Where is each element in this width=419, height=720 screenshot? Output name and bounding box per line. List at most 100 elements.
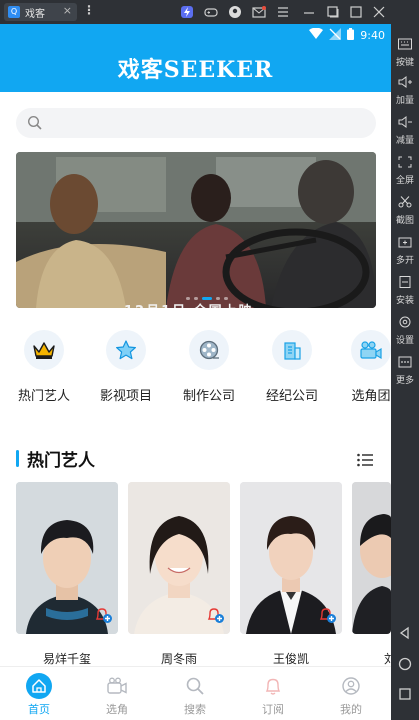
- sidebar-settings[interactable]: 设置: [391, 316, 419, 346]
- phone-screen: 9:40 戏客SEEKER 12月1日 全国上映: [0, 24, 391, 720]
- sidebar-volume-down[interactable]: 减量: [391, 116, 419, 146]
- search-bar[interactable]: [16, 108, 376, 138]
- sidebar-label: 更多: [395, 376, 414, 386]
- subscribe-bell-icon[interactable]: [205, 605, 225, 625]
- category-label: 选角团: [351, 389, 391, 404]
- tab-label: 订阅: [262, 703, 284, 716]
- artist-card[interactable]: [128, 482, 230, 634]
- status-bar: 9:40: [309, 27, 385, 43]
- gear-icon: [399, 316, 411, 328]
- category-agencies[interactable]: 经纪公司: [252, 330, 332, 404]
- minimize-icon[interactable]: [302, 5, 316, 19]
- sidebar-volume-up[interactable]: 加量: [391, 76, 419, 106]
- category-casting-team[interactable]: 选角团: [331, 330, 391, 404]
- profile-icon: [338, 673, 364, 699]
- recents-icon[interactable]: [398, 686, 412, 700]
- home-icon: [26, 673, 52, 699]
- battery-icon: [347, 27, 355, 43]
- artist-name: 王俊凯: [272, 652, 309, 666]
- account-icon[interactable]: [228, 5, 242, 19]
- category-label: 经纪公司: [265, 389, 318, 404]
- keyboard-icon: [398, 38, 412, 50]
- sidebar-label: 多开: [395, 256, 414, 266]
- sidebar-label: 全屏: [395, 176, 414, 186]
- tab-title: 戏客: [25, 9, 45, 20]
- film-reel-icon: [189, 330, 229, 370]
- wifi-icon: [309, 27, 324, 42]
- tab-profile[interactable]: 我的: [312, 667, 390, 720]
- search-icon: [182, 673, 208, 699]
- list-view-icon[interactable]: [357, 452, 373, 467]
- category-label: 热门艺人: [17, 389, 70, 404]
- apk-icon: [399, 276, 411, 288]
- volume-up-icon: [398, 76, 412, 88]
- tab-home[interactable]: 首页: [0, 667, 78, 720]
- emulator-tab[interactable]: Q 戏客 ×: [4, 3, 77, 21]
- mail-icon[interactable]: [252, 5, 266, 19]
- category-label: 制作公司: [182, 389, 235, 404]
- tab-subscribe[interactable]: 订阅: [234, 667, 312, 720]
- gamepad-icon[interactable]: [204, 5, 218, 19]
- video-camera-icon: [104, 673, 130, 699]
- sidebar-label: 安装: [395, 296, 414, 306]
- app-header: 9:40 戏客SEEKER: [0, 24, 391, 92]
- restore-icon[interactable]: [326, 5, 340, 19]
- category-popular-artists[interactable]: 热门艺人: [4, 330, 84, 404]
- multi-window-icon: [398, 237, 412, 248]
- artist-card[interactable]: [16, 482, 118, 634]
- tab-casting[interactable]: 选角: [78, 667, 156, 720]
- sidebar-more[interactable]: 更多: [391, 356, 419, 386]
- back-icon[interactable]: [398, 625, 412, 640]
- tab-search[interactable]: 搜索: [156, 667, 234, 720]
- maximize-icon[interactable]: [349, 5, 363, 19]
- sidebar-label: 加量: [395, 96, 414, 106]
- scissors-icon: [398, 196, 412, 208]
- emulator-title-bar: Q 戏客 × ⋮: [0, 0, 419, 24]
- more-icon: [398, 356, 412, 368]
- bell-icon: [260, 673, 286, 699]
- sidebar-label: 设置: [395, 336, 414, 346]
- status-time: 9:40: [360, 28, 385, 42]
- building-icon: [272, 330, 312, 370]
- section-accent-bar: [16, 449, 19, 467]
- tab-label: 我的: [340, 703, 362, 716]
- emulator-sidebar: 按键 加量 减量 全屏 截图 多开 安装 设置 更多: [391, 24, 419, 720]
- category-film-projects[interactable]: 影视项目: [86, 330, 166, 404]
- close-window-icon[interactable]: [372, 5, 386, 19]
- bottom-tab-bar: 首页 选角 搜索 订阅 我的: [0, 666, 391, 720]
- sidebar-label: 按键: [395, 58, 414, 68]
- app-logo: 戏客SEEKER: [117, 57, 274, 83]
- sidebar-screenshot[interactable]: 截图: [391, 196, 419, 226]
- category-production-companies[interactable]: 制作公司: [169, 330, 249, 404]
- artist-card[interactable]: [240, 482, 342, 634]
- sidebar-multi-open[interactable]: 多开: [391, 236, 419, 266]
- menu-icon[interactable]: [276, 5, 290, 19]
- home-nav-icon[interactable]: [398, 656, 412, 671]
- star-icon: [106, 330, 146, 370]
- section-title: 热门艺人: [27, 450, 95, 471]
- sidebar-keys[interactable]: 按键: [391, 38, 419, 68]
- tab-close-icon[interactable]: ×: [63, 4, 72, 17]
- sidebar-fullscreen[interactable]: 全屏: [391, 156, 419, 186]
- tab-label: 选角: [106, 703, 128, 716]
- subscribe-bell-icon[interactable]: [93, 605, 113, 625]
- artist-card[interactable]: [352, 482, 391, 634]
- camera-icon: [351, 330, 391, 370]
- category-row: 热门艺人 影视项目 制作公司 经纪公司 选角团: [0, 330, 391, 414]
- app-store-icon[interactable]: [180, 5, 194, 19]
- tab-menu-icon[interactable]: ⋮: [83, 3, 95, 17]
- tab-label: 首页: [28, 703, 50, 716]
- subscribe-bell-icon[interactable]: [317, 605, 337, 625]
- signal-off-icon: [329, 27, 342, 43]
- artist-photo: [352, 482, 391, 634]
- section-header: 热门艺人: [16, 448, 95, 471]
- fullscreen-icon: [398, 156, 412, 168]
- banner-image: [16, 152, 376, 308]
- category-label: 影视项目: [99, 389, 152, 404]
- promo-banner[interactable]: 12月1日 全国上映: [16, 152, 376, 308]
- volume-down-icon: [398, 116, 412, 128]
- sidebar-install-apk[interactable]: 安装: [391, 276, 419, 306]
- banner-caption: 12月1日 全国上映: [124, 300, 254, 308]
- sidebar-label: 截图: [395, 216, 414, 226]
- artist-name: 易烊千玺: [42, 652, 91, 666]
